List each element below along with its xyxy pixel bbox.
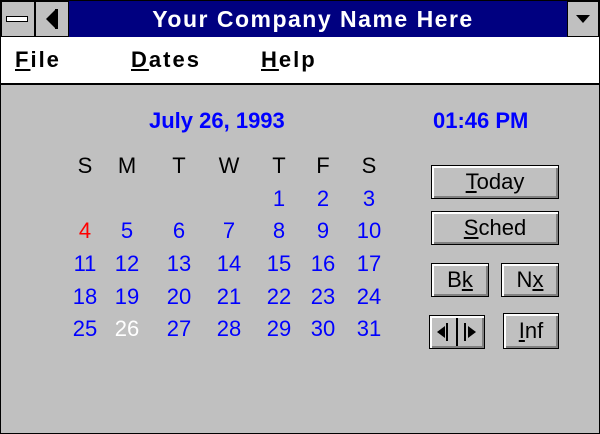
calendar-day[interactable]: 16 <box>303 249 343 279</box>
window-title: Your Company Name Here <box>152 6 474 32</box>
menu-dates-mnemonic: D <box>131 47 149 72</box>
calendar-day[interactable]: 4 <box>65 216 105 246</box>
info-button-label: nf <box>524 318 544 343</box>
calendar-day[interactable]: 14 <box>209 249 249 279</box>
sched-button[interactable]: Sched <box>431 211 559 245</box>
back-period-button-pre: B <box>447 267 462 292</box>
menu-dates[interactable]: Dates <box>131 45 201 75</box>
back-button[interactable] <box>35 1 69 37</box>
prev-month-button[interactable] <box>432 319 456 345</box>
date-header: July 26, 1993 <box>149 108 285 133</box>
menu-bar: File Dates Help <box>1 37 599 85</box>
menu-help-label: elp <box>278 47 317 72</box>
weekday-label: T <box>172 153 186 178</box>
system-menu-button[interactable] <box>1 1 35 37</box>
next-period-button[interactable]: Nx <box>501 263 559 297</box>
calendar-day[interactable]: 25 <box>65 314 105 344</box>
calendar-day[interactable]: 29 <box>259 314 299 344</box>
calendar-day[interactable]: 26 <box>107 314 147 344</box>
menu-dates-label: ates <box>148 47 201 72</box>
sched-button-mnemonic: S <box>463 215 479 240</box>
calendar-day[interactable]: 27 <box>159 314 199 344</box>
calendar-day[interactable]: 9 <box>303 216 343 246</box>
minus-bar-icon <box>6 16 28 22</box>
info-button[interactable]: Inf <box>503 313 559 349</box>
arrow-left-icon <box>437 326 445 338</box>
calendar-day[interactable]: 23 <box>303 282 343 312</box>
month-arrow-group <box>429 315 485 349</box>
menu-help[interactable]: Help <box>261 45 317 75</box>
calendar-day[interactable]: 6 <box>159 216 199 246</box>
calendar-window: Your Company Name Here File Dates Help J… <box>0 0 600 434</box>
next-period-button-mnemonic: x <box>532 267 544 292</box>
back-period-button-mnemonic: k <box>461 267 473 292</box>
weekday-label: M <box>117 153 137 178</box>
calendar-day[interactable]: 5 <box>107 216 147 246</box>
calendar-day[interactable]: 12 <box>107 249 147 279</box>
calendar-day[interactable]: 1 <box>259 184 299 214</box>
calendar-day[interactable]: 10 <box>349 216 389 246</box>
today-button-mnemonic: T <box>465 169 477 194</box>
menu-help-mnemonic: H <box>261 47 279 72</box>
back-period-button[interactable]: Bk <box>431 263 489 297</box>
chevron-down-icon <box>576 15 590 23</box>
calendar-day[interactable]: 3 <box>349 184 389 214</box>
menu-file-label: ile <box>30 47 61 72</box>
today-button[interactable]: Today <box>431 165 559 199</box>
calendar-day[interactable]: 8 <box>259 216 299 246</box>
menu-file-mnemonic: F <box>15 47 31 72</box>
arrow-right-icon <box>468 326 476 338</box>
calendar-day[interactable]: 11 <box>65 249 105 279</box>
dropdown-button[interactable] <box>567 1 599 37</box>
calendar-day[interactable]: 28 <box>209 314 249 344</box>
weekday-label: T <box>272 153 286 178</box>
calendar-day[interactable]: 15 <box>259 249 299 279</box>
weekday-label: F <box>316 153 330 178</box>
calendar-day[interactable]: 20 <box>159 282 199 312</box>
weekday-label: W <box>218 153 240 178</box>
calendar-day[interactable]: 18 <box>65 282 105 312</box>
menu-file[interactable]: File <box>15 45 61 75</box>
title-bar: Your Company Name Here <box>1 1 599 37</box>
calendar-day[interactable]: 21 <box>209 282 249 312</box>
calendar-day[interactable]: 17 <box>349 249 389 279</box>
time-display: 01:46 PM <box>433 108 529 133</box>
sched-button-label: ched <box>478 215 527 240</box>
next-month-button[interactable] <box>458 319 482 345</box>
weekday-label: S <box>361 153 377 178</box>
next-period-button-pre: N <box>516 267 533 292</box>
calendar-day[interactable]: 19 <box>107 282 147 312</box>
calendar-day[interactable]: 7 <box>209 216 249 246</box>
weekday-label: S <box>77 153 93 178</box>
calendar-day[interactable]: 24 <box>349 282 389 312</box>
calendar-day[interactable]: 31 <box>349 314 389 344</box>
calendar-day[interactable]: 30 <box>303 314 343 344</box>
calendar-day[interactable]: 2 <box>303 184 343 214</box>
calendar-day[interactable]: 13 <box>159 249 199 279</box>
calendar-day[interactable]: 22 <box>259 282 299 312</box>
today-button-label: oday <box>476 169 525 194</box>
